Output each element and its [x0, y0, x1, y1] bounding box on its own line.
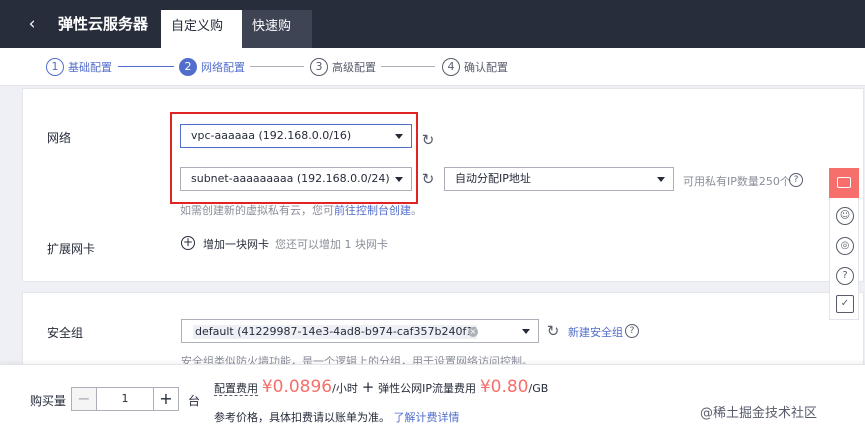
config-fee-label: 配置费用 — [214, 382, 258, 396]
refresh-subnet-icon[interactable]: ↻ — [420, 171, 436, 187]
available-ip-text: 可用私有IP数量250个 — [683, 175, 791, 188]
console-create-link[interactable]: 前往控制台创建 — [334, 204, 411, 217]
security-group-card: 安全组 default (41229987-14e3-4ad8-b974-caf… — [22, 292, 864, 374]
security-group-label: 安全组 — [47, 326, 84, 340]
step-connector — [250, 66, 304, 67]
step-number: 1 — [46, 58, 64, 76]
security-group-tag-text: default (41229987-14e3-4ad8-b974-caf357b… — [195, 325, 478, 338]
quantity-minus-button[interactable]: − — [71, 387, 97, 411]
quantity-input[interactable]: 1 — [97, 387, 153, 411]
vpc-create-hint: 如需创建新的虚拟私有云，您可前往控制台创建。 — [180, 202, 422, 218]
question-icon[interactable]: ? — [789, 173, 803, 187]
chevron-down-icon — [657, 177, 665, 182]
tab-quick-purchase[interactable]: 快速购买 — [242, 10, 312, 68]
chevron-down-icon — [395, 134, 403, 139]
watermark: @稀土掘金技术社区 — [700, 406, 818, 421]
traffic-fee-unit: /GB — [528, 382, 549, 395]
chat-icon — [837, 177, 851, 188]
network-label: 网络 — [47, 131, 72, 145]
step-confirm-config[interactable]: 4 确认配置 — [442, 57, 508, 77]
reference-price-text: 参考价格，具体扣费请以账单为准。 — [214, 411, 390, 424]
vpc-create-hint-end: 。 — [411, 204, 422, 217]
reference-line: 参考价格，具体扣费请以账单为准。 了解计费详情 — [214, 409, 460, 425]
add-icon[interactable]: + — [181, 236, 195, 250]
step-number: 3 — [310, 58, 328, 76]
step-connector — [381, 66, 435, 67]
config-fee-price: ¥0.0896 — [261, 377, 333, 397]
traffic-fee-label: 弹性公网IP流量费用 — [378, 382, 476, 395]
security-group-tag: default (41229987-14e3-4ad8-b974-caf357b… — [193, 325, 478, 339]
refresh-vpc-icon[interactable]: ↻ — [420, 132, 436, 148]
quantity-label: 购买量 — [30, 394, 67, 408]
step-advanced-config[interactable]: 3 高级配置 — [310, 57, 376, 77]
quantity-unit: 台 — [188, 394, 201, 408]
step-network-config[interactable]: 2 网络配置 — [179, 57, 245, 77]
vpc-select-value: vpc-aaaaaa (192.168.0.0/16) — [191, 129, 352, 142]
step-label: 网络配置 — [201, 61, 245, 74]
nic-remaining-hint: 您还可以增加 1 块网卡 — [275, 238, 388, 251]
subnet-select[interactable]: subnet-aaaaaaaaa (192.168.0.0/24) — [180, 167, 412, 191]
network-card: 网络 vpc-aaaaaa (192.168.0.0/16) ↻ subnet-… — [22, 88, 864, 282]
traffic-fee-price: ¥0.80 — [479, 377, 529, 397]
step-number: 4 — [442, 58, 460, 76]
chevron-down-icon — [395, 177, 403, 182]
close-icon[interactable]: × — [468, 327, 478, 337]
checklist-icon[interactable]: ✓ — [836, 295, 854, 313]
chat-button[interactable] — [829, 168, 859, 198]
step-number: 2 — [179, 58, 197, 76]
step-connector — [118, 66, 174, 67]
ip-assign-value: 自动分配IP地址 — [455, 172, 531, 185]
add-nic-button[interactable]: 增加一块网卡 — [203, 236, 269, 252]
plus-sign: + — [361, 378, 375, 396]
chevron-down-icon — [522, 329, 530, 334]
vpc-select[interactable]: vpc-aaaaaa (192.168.0.0/16) — [180, 124, 412, 148]
step-basic-config[interactable]: 1 基础配置 — [46, 57, 112, 77]
step-label: 高级配置 — [332, 61, 376, 74]
top-bar: ‹ 弹性云服务器 自定义购买 快速购买 — [0, 0, 865, 68]
smile-icon[interactable]: ☺ — [836, 207, 854, 225]
extension-nic-label: 扩展网卡 — [47, 242, 96, 256]
config-fee-unit: /小时 — [332, 382, 358, 395]
question-icon[interactable]: ? — [625, 324, 639, 338]
back-chevron-icon[interactable]: ‹ — [20, 14, 44, 34]
create-security-group-link[interactable]: 新建安全组 — [568, 324, 623, 340]
vpc-create-hint-text: 如需创建新的虚拟私有云，您可 — [180, 204, 334, 217]
tab-custom-purchase[interactable]: 自定义购买 — [161, 10, 242, 68]
step-indicator: 1 基础配置 2 网络配置 3 高级配置 4 确认配置 — [0, 48, 865, 86]
price-line: 配置费用 ¥0.0896/小时 + 弹性公网IP流量费用 ¥0.80/GB — [214, 377, 548, 397]
question-icon[interactable]: ? — [836, 267, 854, 285]
headset-icon[interactable]: ◎ — [836, 237, 854, 255]
security-group-select[interactable]: default (41229987-14e3-4ad8-b974-caf357b… — [181, 319, 539, 343]
ip-assign-select[interactable]: 自动分配IP地址 — [444, 167, 674, 191]
billing-details-link[interactable]: 了解计费详情 — [394, 411, 460, 424]
subnet-select-value: subnet-aaaaaaaaa (192.168.0.0/24) — [191, 172, 390, 185]
app-title: 弹性云服务器 — [58, 15, 149, 33]
refresh-security-group-icon[interactable]: ↻ — [545, 323, 561, 339]
step-label: 基础配置 — [68, 61, 112, 74]
quantity-plus-button[interactable]: + — [153, 387, 179, 411]
step-label: 确认配置 — [464, 61, 508, 74]
